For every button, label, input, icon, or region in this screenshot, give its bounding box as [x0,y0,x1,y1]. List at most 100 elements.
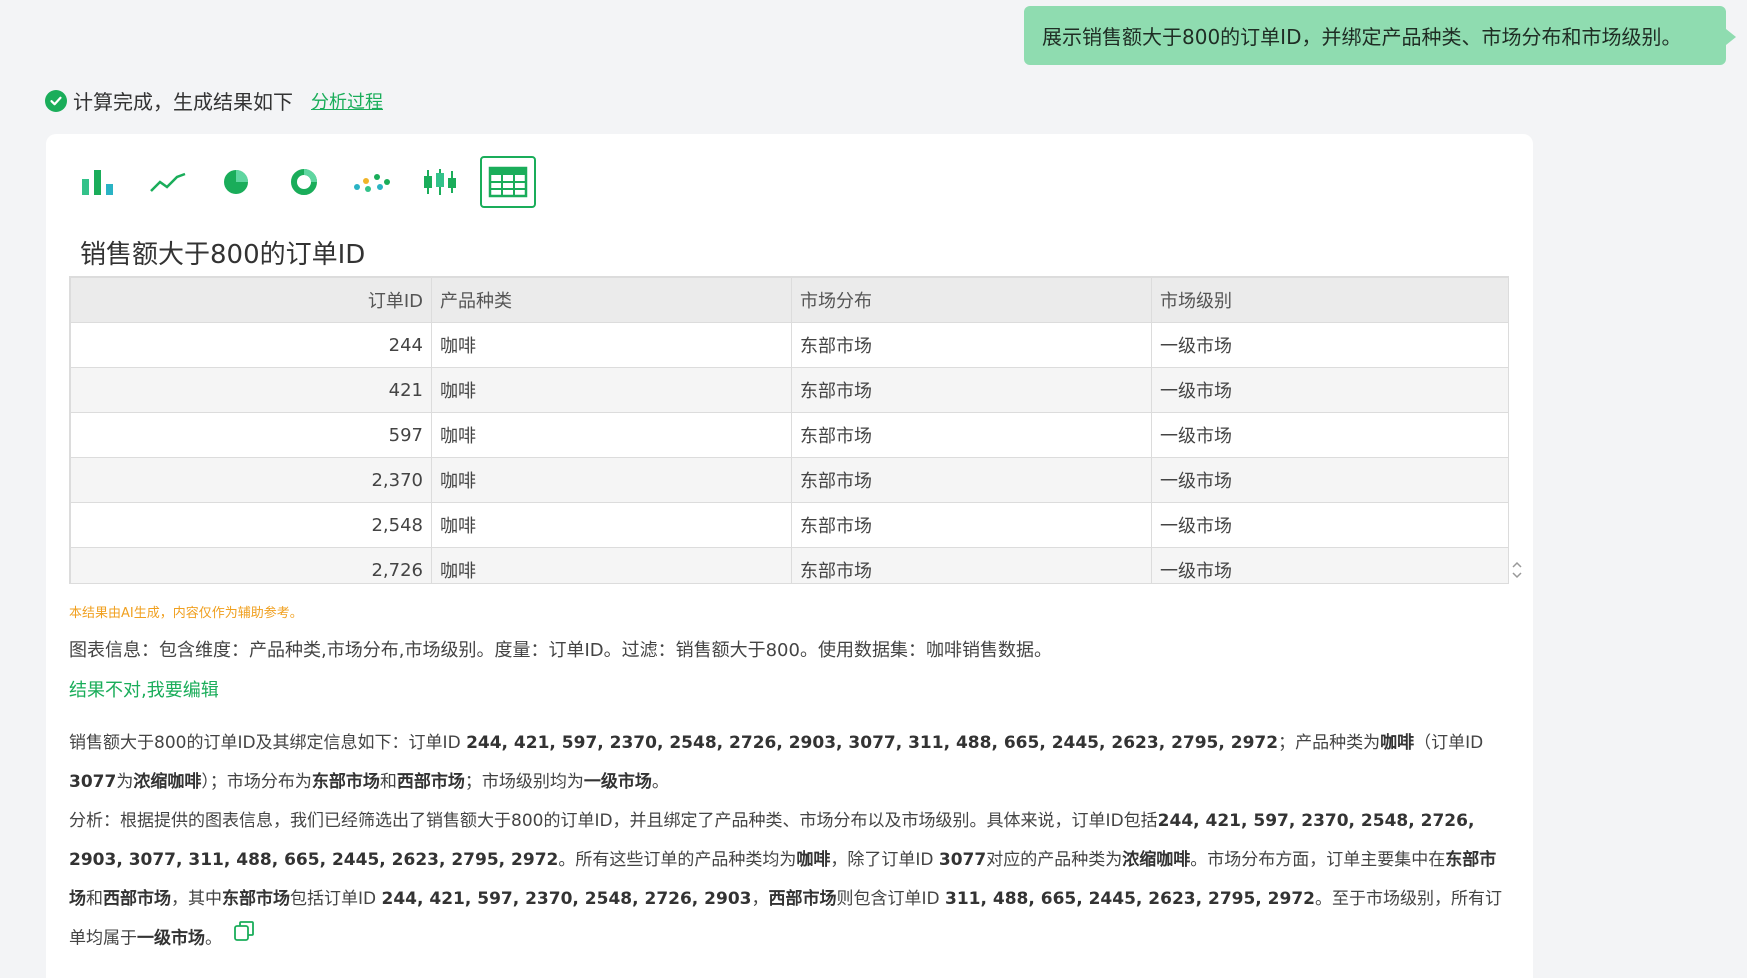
cell-order-id: 421 [70,367,432,413]
column-header-product-type[interactable]: 产品种类 [431,277,792,323]
analysis-order-ids: 311, 488, 665, 2445, 2623, 2795, 2972 [945,889,1315,909]
summary-market: 东部市场 [311,772,380,792]
result-table: 订单ID 产品种类 市场分布 市场级别 244 咖啡 东部市场 一级市场 421 [70,277,1508,583]
analysis-market: 西部市场 [768,889,837,909]
cell-product-type: 咖啡 [431,502,792,548]
bar-chart-icon [82,170,113,195]
table-row: 2,548 咖啡 东部市场 一级市场 [70,502,1508,548]
chart-type-toolbar [72,156,548,208]
cell-market-tier: 一级市场 [1151,322,1508,368]
status-text: 计算完成，生成结果如下 [73,90,293,114]
summary-text: 销售额大于800的订单ID及其绑定信息如下：订单ID [69,733,467,753]
analysis-text: 。 [205,928,222,949]
table-row: 421 咖啡 东部市场 一级市场 [70,367,1508,413]
analysis-product-type: 咖啡 [796,850,831,870]
cell-product-type: 咖啡 [431,367,792,413]
ai-disclaimer: 本结果由AI生成，内容仅作为辅助参考。 [69,606,303,621]
summary-order-ids: 244, 421, 597, 2370, 2548, 2726, 2903, 3… [466,733,1279,753]
edit-result-link[interactable]: 结果不对,我要编辑 [69,676,219,702]
analysis-market-tier: 一级市场 [137,928,205,949]
analysis-text: 对应的产品种类为 [986,850,1123,870]
summary-market-tier: 一级市场 [583,772,652,792]
column-header-market[interactable]: 市场分布 [791,277,1152,323]
boxplot-chart-icon [424,169,456,195]
table-icon [488,166,528,198]
user-message-text: 展示销售额大于800的订单ID，并绑定产品种类、市场分布和市场级别。 [1042,25,1682,49]
analysis-market: 西部市场 [103,889,171,909]
cell-market: 东部市场 [791,502,1152,548]
summary-product-type: 浓缩咖啡 [133,772,202,792]
result-card: 销售额大于800的订单ID 订单ID 产品种类 市场分布 市场级别 244 咖啡… [46,134,1533,978]
cell-market: 东部市场 [791,367,1152,413]
scatter-chart-button[interactable] [344,156,400,208]
analysis-product-type: 浓缩咖啡 [1122,850,1191,870]
check-circle-icon [45,89,67,112]
analysis-text: ，其中 [171,889,222,909]
pie-chart-icon [224,170,248,194]
boxplot-chart-button[interactable] [412,156,468,208]
cell-order-id: 2,726 [70,547,432,583]
vertical-scroll-indicator[interactable] [1510,559,1524,585]
analysis-market: 东部市场 [222,889,290,909]
summary-text: （订单ID [1414,733,1484,753]
analysis-order-ids: 244, 421, 597, 2370, 2548, 2726, 2903 [381,889,752,909]
column-header-order-id[interactable]: 订单ID [70,277,432,323]
summary-text: 。 [651,772,669,792]
analysis-text: 则包含订单ID [836,889,946,909]
cell-market: 东部市场 [791,412,1152,458]
cell-market-tier: 一级市场 [1151,367,1508,413]
summary-text: ；市场级别均为 [464,772,584,792]
analysis-text: ，除了订单ID [830,850,939,870]
chevron-up-down-icon [1512,561,1522,579]
line-chart-icon [150,172,186,192]
donut-chart-button[interactable] [276,156,332,208]
table-row: 244 咖啡 东部市场 一级市场 [70,322,1508,368]
cell-product-type: 咖啡 [431,547,792,583]
summary-product-type: 咖啡 [1380,733,1415,753]
table-title: 销售额大于800的订单ID [80,240,366,270]
cell-order-id: 244 [70,322,432,368]
chart-info-text: 图表信息：包含维度：产品种类,市场分布,市场级别。度量：订单ID。过滤：销售额大… [69,640,1052,661]
cell-market-tier: 一级市场 [1151,547,1508,583]
line-chart-button[interactable] [140,156,196,208]
analysis-text: 分析：根据提供的图表信息，我们已经筛选出了销售额大于800的订单ID，并且绑定了… [69,811,1158,831]
analysis-paragraph: 分析：根据提供的图表信息，我们已经筛选出了销售额大于800的订单ID，并且绑定了… [69,802,1509,959]
table-row: 597 咖啡 东部市场 一级市场 [70,412,1508,458]
analysis-order-id: 3077 [938,850,987,870]
cell-order-id: 597 [70,412,432,458]
table-view-button[interactable] [480,156,536,208]
summary-text: ）；市场分布为 [201,772,312,792]
pie-chart-button[interactable] [208,156,264,208]
status-line: 计算完成，生成结果如下 分析过程 [45,86,383,115]
summary-order-id: 3077 [69,772,117,792]
table-header-row: 订单ID 产品种类 市场分布 市场级别 [70,277,1508,323]
cell-market-tier: 一级市场 [1151,502,1508,548]
cell-market: 东部市场 [791,457,1152,503]
chat-page: 展示销售额大于800的订单ID，并绑定产品种类、市场分布和市场级别。 计算完成，… [0,0,1747,978]
donut-chart-icon [291,169,317,195]
cell-market: 东部市场 [791,547,1152,583]
cell-market: 东部市场 [791,322,1152,368]
table-row: 2,726 咖啡 东部市场 一级市场 [70,547,1508,583]
summary-market: 西部市场 [396,772,465,792]
analysis-text: ， [751,889,769,909]
analysis-text: 包括订单ID [290,889,382,909]
column-header-market-tier[interactable]: 市场级别 [1151,277,1508,323]
cell-market-tier: 一级市场 [1151,412,1508,458]
copy-icon[interactable] [232,919,256,958]
summary-text: ；产品种类为 [1278,733,1381,753]
cell-order-id: 2,370 [70,457,432,503]
summary-text: 为 [116,772,134,792]
scatter-chart-icon [354,174,390,192]
analysis-text: 。市场分布方面，订单主要集中在 [1190,850,1446,870]
bar-chart-button[interactable] [72,156,128,208]
analysis-process-link[interactable]: 分析过程 [311,88,383,114]
cell-product-type: 咖啡 [431,412,792,458]
summary-text: 和 [379,772,397,792]
result-table-container[interactable]: 订单ID 产品种类 市场分布 市场级别 244 咖啡 东部市场 一级市场 421 [69,276,1509,584]
user-message-bubble: 展示销售额大于800的订单ID，并绑定产品种类、市场分布和市场级别。 [1024,6,1736,65]
analysis-text: 。所有这些订单的产品种类均为 [558,850,797,870]
cell-product-type: 咖啡 [431,457,792,503]
summary-paragraph: 销售额大于800的订单ID及其绑定信息如下：订单ID 244, 421, 597… [69,724,1509,802]
analysis-summary: 销售额大于800的订单ID及其绑定信息如下：订单ID 244, 421, 597… [69,724,1509,959]
